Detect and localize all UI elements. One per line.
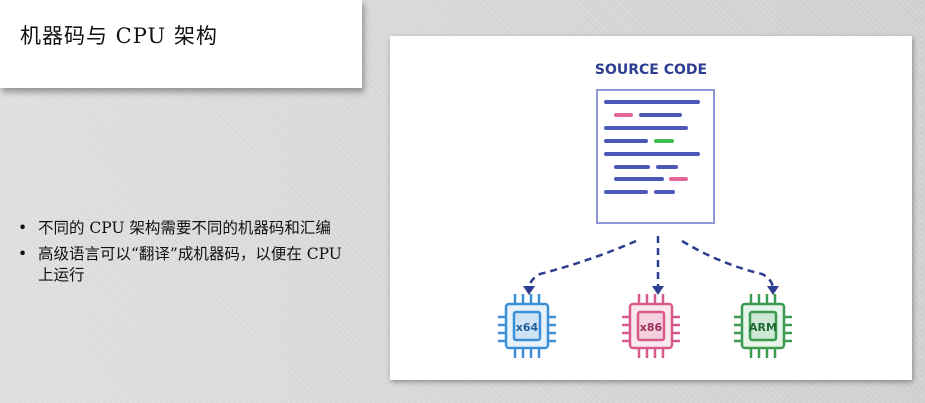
source-document-icon [596, 89, 715, 224]
bullet-item: • 高级语言可以“翻译”成机器码，以便在 CPU 上运行 [18, 244, 358, 286]
chip-x64-icon: x64 [498, 294, 556, 358]
chip-arm-label: ARM [749, 321, 777, 334]
bullet-item: • 不同的 CPU 架构需要不同的机器码和汇编 [18, 218, 358, 239]
bullet-text: 高级语言可以“翻译”成机器码，以便在 CPU 上运行 [38, 245, 342, 284]
diagram-panel: SOURCE CODE x64 x86 ARM [390, 36, 912, 380]
compile-arrows [527, 236, 775, 289]
arrow-heads [523, 286, 779, 295]
slide-title-card: 机器码与 CPU 架构 [0, 0, 362, 88]
chip-x64-label: x64 [516, 321, 539, 334]
bullet-list: • 不同的 CPU 架构需要不同的机器码和汇编 • 高级语言可以“翻译”成机器码… [18, 218, 358, 291]
chip-arm-icon: ARM [734, 294, 792, 358]
chip-x86-icon: x86 [622, 294, 680, 358]
compile-diagram: x64 x86 ARM [498, 89, 792, 358]
chip-x86-label: x86 [640, 321, 663, 334]
bullet-text: 不同的 CPU 架构需要不同的机器码和汇编 [38, 219, 331, 237]
bullet-dot: • [18, 219, 28, 237]
bullet-dot: • [18, 245, 28, 263]
slide-title: 机器码与 CPU 架构 [20, 24, 218, 48]
